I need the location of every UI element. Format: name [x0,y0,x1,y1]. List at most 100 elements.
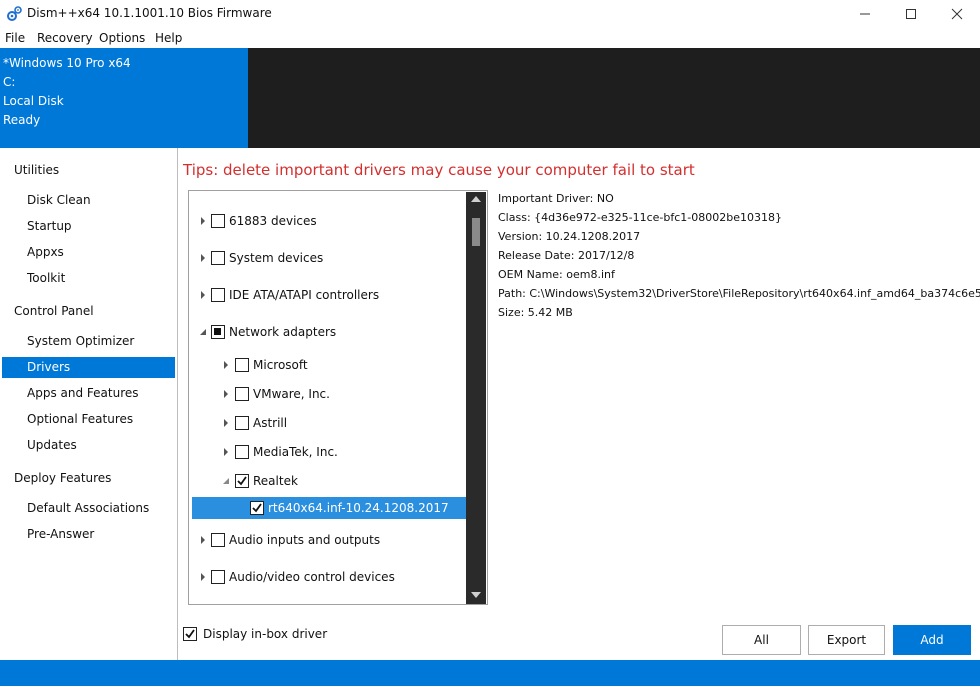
sidebar-item-system-optimizer[interactable]: System Optimizer [2,331,175,352]
tree-checkbox[interactable] [211,533,225,547]
menu-file[interactable]: File [5,31,25,45]
tree-scrollbar[interactable] [466,192,486,604]
checkmark-icon [185,629,195,639]
triangle-down-icon [200,329,206,335]
session-drive: C: [3,75,16,89]
sidebar-item-appxs[interactable]: Appxs [2,242,175,263]
tips-warning: Tips: delete important drivers may cause… [183,161,695,179]
checkmark-icon [252,503,262,513]
tree-item-network-adapters[interactable]: Network adapters [189,321,469,343]
menu-help[interactable]: Help [155,31,182,45]
triangle-down-icon [223,478,229,484]
export-button[interactable]: Export [808,625,885,655]
tree-item-astrill[interactable]: Astrill [189,412,469,434]
tree-item-rt640x64[interactable]: rt640x64.inf-10.24.1208.2017 [192,497,468,519]
triangle-right-icon [201,573,205,581]
inbox-checkbox-checked[interactable] [183,627,197,641]
sidebar-item-updates[interactable]: Updates [2,435,175,456]
triangle-right-icon [224,361,228,369]
tree-item-system-devices[interactable]: System devices [189,247,469,269]
scrollbar-thumb[interactable] [472,218,480,246]
tree-item-audio-video[interactable]: Audio/video control devices [189,566,469,588]
tree-label: System devices [229,251,324,265]
session-os: *Windows 10 Pro x64 [3,56,131,70]
tree-checkbox[interactable] [235,416,249,430]
triangle-right-icon [201,291,205,299]
tree-label: VMware, Inc. [253,387,330,401]
sidebar-section-deploy-features: Deploy Features [14,471,112,485]
tree-label: Microsoft [253,358,308,372]
tree-checkbox-partial[interactable] [211,325,225,339]
tree-label: rt640x64.inf-10.24.1208.2017 [268,501,449,515]
detail-release-date: Release Date: 2017/12/8 [498,249,635,262]
tree-item-ide-ata[interactable]: IDE ATA/ATAPI controllers [189,284,469,306]
sidebar-item-startup[interactable]: Startup [2,216,175,237]
tree-label: 61883 devices [229,214,317,228]
tree-label: Astrill [253,416,288,430]
tree-item-microsoft[interactable]: Microsoft [189,354,469,376]
all-button[interactable]: All [722,625,801,655]
tree-checkbox[interactable] [211,251,225,265]
detail-important: Important Driver: NO [498,192,614,205]
header-panel [248,48,980,148]
triangle-right-icon [224,448,228,456]
add-button[interactable]: Add [893,625,971,655]
tree-label: Audio/video control devices [229,570,395,584]
sidebar-section-control-panel: Control Panel [14,304,94,318]
tree-item-realtek[interactable]: Realtek [189,470,469,492]
tree-checkbox[interactable] [211,214,225,228]
maximize-icon [906,9,916,19]
tree-item-61883-devices[interactable]: 61883 devices [189,210,469,232]
status-bar [0,660,980,686]
inbox-label: Display in-box driver [203,627,328,641]
detail-oem-name: OEM Name: oem8.inf [498,268,615,281]
tree-checkbox-checked[interactable] [250,501,264,515]
tree-label: Audio inputs and outputs [229,533,381,547]
tree-label: Realtek [253,474,298,488]
sidebar-item-pre-answer[interactable]: Pre-Answer [2,524,175,545]
checkmark-icon [237,476,247,486]
sidebar-item-toolkit[interactable]: Toolkit [2,268,175,289]
detail-size: Size: 5.42 MB [498,306,573,319]
session-header[interactable]: *Windows 10 Pro x64 C: Local Disk Ready [0,48,248,148]
minimize-icon [860,13,870,15]
gears-icon [7,6,22,21]
detail-path: Path: C:\Windows\System32\DriverStore\Fi… [498,287,980,300]
sidebar-item-disk-clean[interactable]: Disk Clean [2,190,175,211]
session-disk: Local Disk [3,94,64,108]
session-status: Ready [3,113,41,127]
close-button[interactable] [934,0,980,28]
tree-item-mediatek[interactable]: MediaTek, Inc. [189,441,469,463]
tree-item-audio-inputs[interactable]: Audio inputs and outputs [189,529,469,551]
detail-class: Class: {4d36e972-e325-11ce-bfc1-08002be1… [498,211,782,224]
tree-checkbox[interactable] [235,445,249,459]
scroll-down-icon[interactable] [471,592,481,598]
maximize-button[interactable] [888,0,934,28]
sidebar-item-optional-features[interactable]: Optional Features [2,409,175,430]
window-title: Dism++x64 10.1.1001.10 Bios Firmware [27,6,272,20]
sidebar-item-default-associations[interactable]: Default Associations [2,498,175,519]
triangle-right-icon [224,419,228,427]
detail-version: Version: 10.24.1208.2017 [498,230,641,243]
tree-item-vmware[interactable]: VMware, Inc. [189,383,469,405]
triangle-right-icon [201,217,205,225]
tree-label: IDE ATA/ATAPI controllers [229,288,380,302]
sidebar-item-apps-and-features[interactable]: Apps and Features [2,383,175,404]
minimize-button[interactable] [842,0,888,28]
sidebar-item-drivers[interactable]: Drivers [2,357,175,378]
tree-label: Network adapters [229,325,337,339]
triangle-right-icon [201,254,205,262]
tree-checkbox[interactable] [211,288,225,302]
menu-recovery[interactable]: Recovery [37,31,93,45]
close-icon [951,8,963,20]
tree-label: MediaTek, Inc. [253,445,338,459]
tree-checkbox[interactable] [211,570,225,584]
driver-tree[interactable]: 61883 devices System devices IDE ATA/ATA… [188,190,488,605]
triangle-right-icon [201,536,205,544]
triangle-right-icon [224,390,228,398]
scroll-up-icon[interactable] [471,196,481,202]
menu-options[interactable]: Options [99,31,145,45]
tree-checkbox[interactable] [235,358,249,372]
tree-checkbox-checked[interactable] [235,474,249,488]
tree-checkbox[interactable] [235,387,249,401]
